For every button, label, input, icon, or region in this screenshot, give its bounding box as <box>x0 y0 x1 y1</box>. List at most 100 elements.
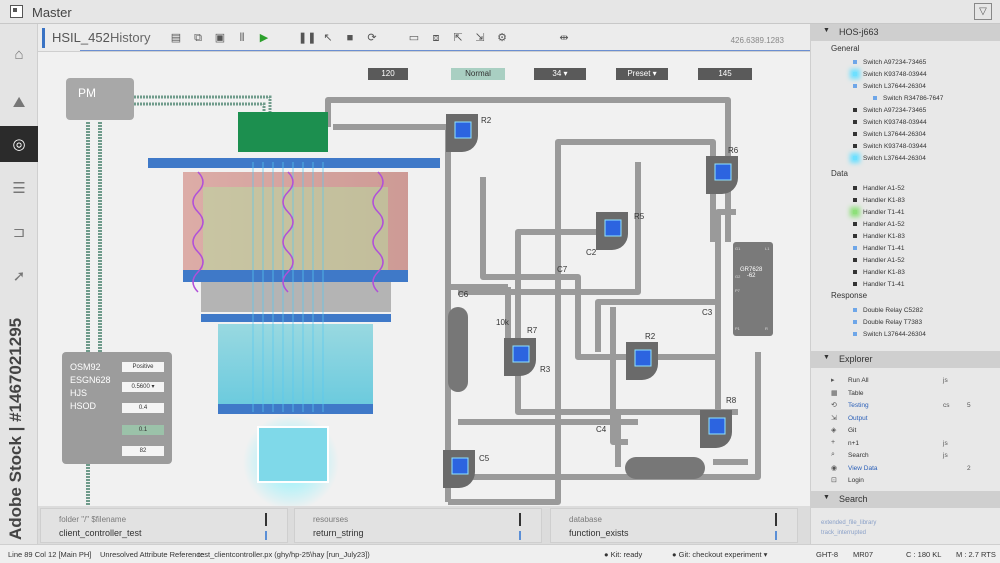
component-label: C7 <box>557 265 568 274</box>
tree-item[interactable]: Handler T1-41 <box>853 245 904 252</box>
tree-item[interactable]: Switch A97234-73465 <box>853 59 926 66</box>
explorer-item[interactable]: ⌕ Search js <box>811 451 1000 463</box>
tree-item-label: Switch R34786-7647 <box>883 95 944 102</box>
window-title: Master <box>32 5 72 20</box>
tab-history[interactable]: History <box>110 30 150 45</box>
tree-item[interactable]: Handler T1-41 <box>853 209 904 216</box>
tree-item[interactable]: Double Relay T7383 <box>853 319 922 326</box>
tree-item[interactable]: Handler K1-83 <box>853 269 905 276</box>
align-icon[interactable]: ⦀ <box>234 30 250 46</box>
stop-icon[interactable]: ■ <box>342 30 358 46</box>
tree-item[interactable]: Switch L37644-26304 <box>853 331 926 338</box>
tree-item[interactable]: Switch K93748-03944 <box>853 119 927 126</box>
print-icon[interactable]: ▤ <box>168 30 184 46</box>
bottom-panel-database[interactable]: database function_exists <box>550 508 798 543</box>
explorer-item[interactable]: ⊡ Login <box>811 476 1000 488</box>
param-value[interactable]: 0.1 <box>122 425 164 435</box>
tree-item-label: Handler K1-83 <box>863 197 905 204</box>
node-icon[interactable]: ⧉ <box>190 30 206 46</box>
tree-item-label: Switch L37644-26304 <box>863 331 926 338</box>
window-menu-button[interactable]: ▽ <box>974 3 992 20</box>
list-icon[interactable]: ☰ <box>0 170 38 206</box>
tree-item[interactable]: Handler A1-52 <box>853 257 905 264</box>
explorer-header[interactable]: ▼ Explorer <box>811 351 1000 368</box>
link-icon[interactable]: ⇹ <box>556 30 572 46</box>
kit-status[interactable]: ● Kit: ready <box>604 550 642 559</box>
tree-item[interactable]: Switch L37644-26304 <box>853 83 926 90</box>
explorer-item-ext: js <box>943 439 948 447</box>
explorer-item[interactable]: ⇲ Output <box>811 414 1000 426</box>
component-label: R8 <box>726 396 737 405</box>
tree-item[interactable]: Handler A1-52 <box>853 221 905 228</box>
explorer-item[interactable]: ▦ Table <box>811 389 1000 401</box>
bottom-panel-file[interactable]: folder "/" $filename client_controller_t… <box>40 508 288 543</box>
status-m: M : 2.7 RTS <box>956 550 996 559</box>
run-icon[interactable]: ▶ <box>256 30 272 46</box>
status-dot-icon <box>853 234 857 239</box>
title-bar: Master ▽ <box>0 0 1000 24</box>
people-icon[interactable]: ⛰ <box>0 84 38 120</box>
panel-value: return_string <box>313 528 364 538</box>
panel-header: resourses <box>313 515 349 524</box>
param-value[interactable]: 0.4 <box>122 403 164 413</box>
cursor-icon[interactable]: ↖ <box>320 30 336 46</box>
status-dot-icon <box>853 210 857 215</box>
settings-icon[interactable]: ⚙ <box>494 30 510 46</box>
tree-item[interactable]: Handler K1-83 <box>853 233 905 240</box>
explorer-item-icon: ▦ <box>831 389 838 397</box>
pointer-icon[interactable]: ➚ <box>0 258 38 294</box>
tree-item[interactable]: Switch K93748-03944 <box>853 71 927 78</box>
component-label: C3 <box>702 308 713 317</box>
explorer-item[interactable]: + n+1 js <box>811 439 1000 451</box>
tree-item[interactable]: Switch L37644-26304 <box>853 131 926 138</box>
tree-item[interactable]: Double Relay C5282 <box>853 307 923 314</box>
schematic-canvas[interactable]: 120 Normal 34 ▾ Preset ▾ 145 PM OSM92 ES… <box>38 52 810 506</box>
git-status[interactable]: ● Git: checkout experiment ▾ <box>672 550 767 559</box>
component-label: C4 <box>596 425 607 434</box>
home-icon[interactable]: ⌂ <box>0 36 38 72</box>
param-value[interactable]: 82 <box>122 446 164 456</box>
bracket-icon[interactable]: ⊐ <box>0 214 38 250</box>
bottom-panel-resources[interactable]: resourses return_string <box>294 508 542 543</box>
explorer-item[interactable]: ⟲ Testing cs 5 <box>811 401 1000 413</box>
param-value[interactable]: Positive <box>122 362 164 372</box>
tree-item[interactable]: Switch K93748-03944 <box>853 143 927 150</box>
tree-item[interactable]: Switch A97234-73465 <box>853 107 926 114</box>
explorer-item-icon: ⌕ <box>831 451 835 458</box>
stack-icon[interactable]: ⧈ <box>428 30 444 46</box>
save-icon[interactable]: ▣ <box>212 30 228 46</box>
export-icon[interactable]: ⇱ <box>450 30 466 46</box>
toolbar: ▤ ⧉ ▣ ⦀ ▶ ❚❚ ↖ ■ ⟳ ▭ ⧈ ⇱ ⇲ ⚙ ⇹ <box>168 30 572 46</box>
tree-item-label: Handler T1-41 <box>863 209 905 216</box>
tree-item-label: Switch L37644-26304 <box>863 131 926 138</box>
layer-icon[interactable]: ▭ <box>406 30 422 46</box>
import-icon[interactable]: ⇲ <box>472 30 488 46</box>
loop-icon[interactable]: ⟳ <box>364 30 380 46</box>
chip-pin-label: L1 <box>765 246 770 251</box>
pm-module[interactable]: PM <box>66 78 134 120</box>
explorer-item[interactable]: ◉ View Data 2 <box>811 464 1000 476</box>
tree-item[interactable]: Handler K1-83 <box>853 197 905 204</box>
search-result[interactable]: track_interrupted <box>821 530 866 536</box>
tab-file[interactable]: HSIL_452 <box>52 30 110 45</box>
status-dot-icon <box>853 246 857 251</box>
chevron-down-icon: ▼ <box>823 27 830 34</box>
explorer-item[interactable]: ▸ Run All js <box>811 376 1000 388</box>
status-c: C : 180 KL <box>906 550 942 559</box>
stock-watermark: Adobe Stock | #1467021295 <box>6 317 25 540</box>
pause-icon[interactable]: ❚❚ <box>298 30 316 46</box>
search-result[interactable]: extended_file_library <box>821 520 876 526</box>
status-dot-icon <box>853 282 857 287</box>
status-error[interactable]: Unresolved Attribute Reference <box>100 550 204 559</box>
tree-item[interactable]: Switch L37644-26304 <box>853 155 926 162</box>
chevron-down-icon: ▼ <box>823 494 830 501</box>
target-icon[interactable]: ◎ <box>0 126 38 162</box>
tree-item[interactable]: Handler A1-52 <box>853 185 905 192</box>
param-dropdown[interactable]: 0.5600 ▾ <box>122 382 164 392</box>
sidebar-header[interactable]: ▼ HOS-j663 <box>811 24 1000 41</box>
tree-item[interactable]: Switch R34786-7647 <box>873 95 943 102</box>
tree-item-label: Handler A1-52 <box>863 185 905 192</box>
tree-item[interactable]: Handler T1-41 <box>853 281 904 288</box>
explorer-item[interactable]: ◈ Git <box>811 426 1000 438</box>
search-header[interactable]: ▼ Search <box>811 491 1000 508</box>
